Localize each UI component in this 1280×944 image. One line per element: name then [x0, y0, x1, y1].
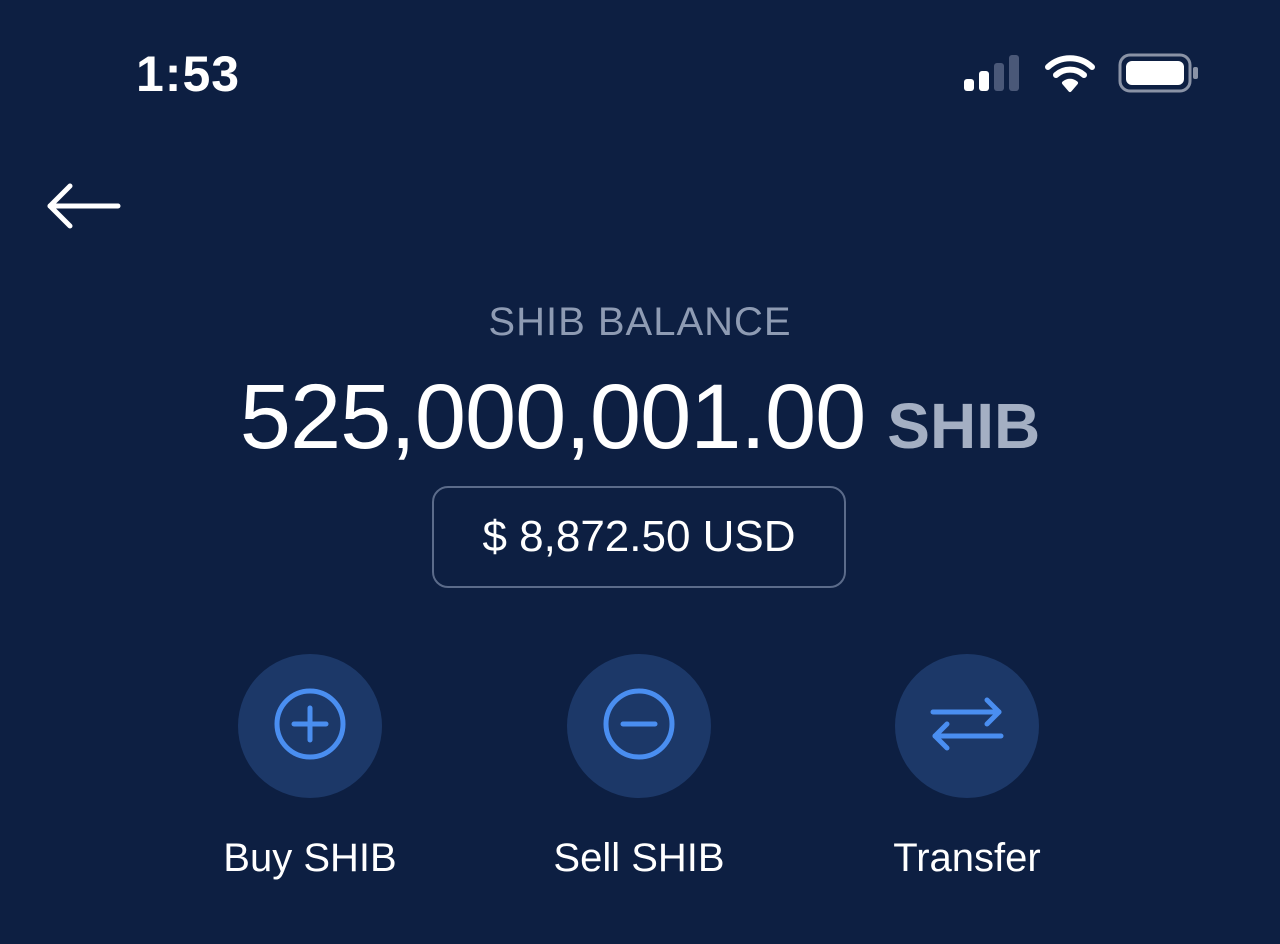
buy-button-circle[interactable] [238, 654, 382, 798]
transfer-button[interactable]: Transfer [837, 654, 1097, 882]
battery-icon [1118, 53, 1200, 93]
status-icons [962, 50, 1200, 96]
fiat-value-text: $ 8,872.50 USD [482, 512, 796, 561]
transfer-arrows-icon [927, 692, 1007, 761]
transfer-button-label: Transfer [893, 836, 1041, 880]
buy-button[interactable]: Buy SHIB [180, 654, 440, 882]
plus-circle-icon [272, 686, 348, 767]
minus-circle-icon [601, 686, 677, 767]
fiat-value-badge[interactable]: $ 8,872.50 USD [432, 486, 846, 588]
status-time: 1:53 [136, 46, 241, 102]
sell-button[interactable]: Sell SHIB [509, 654, 769, 882]
sell-button-circle[interactable] [567, 654, 711, 798]
cellular-signal-icon [962, 53, 1022, 93]
balance-amount: 525,000,001.00 [239, 366, 867, 468]
balance-row: 525,000,001.00 SHIB [0, 365, 1280, 478]
sell-button-label: Sell SHIB [553, 836, 725, 880]
balance-unit: SHIB [887, 390, 1041, 462]
buy-button-label: Buy SHIB [223, 836, 397, 880]
wifi-icon [1044, 53, 1096, 93]
balance-label: SHIB BALANCE [488, 300, 792, 344]
arrow-left-icon [40, 175, 130, 235]
back-button[interactable] [40, 175, 130, 235]
wallet-screen: 1:53 SHIB BALANCE 525,000,001.00 SHIB $ … [0, 0, 1280, 944]
transfer-button-circle[interactable] [895, 654, 1039, 798]
